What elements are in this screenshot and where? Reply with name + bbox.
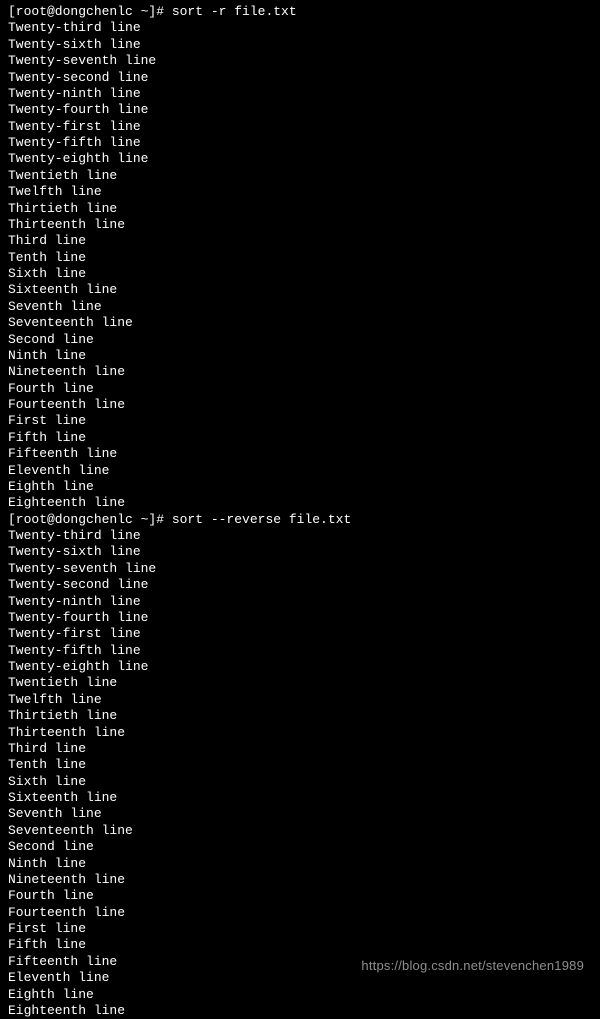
- terminal-output[interactable]: [root@dongchenlc ~]# sort -r file.txtTwe…: [8, 4, 592, 1019]
- output-line: Sixth line: [8, 774, 592, 790]
- output-line: Twenty-third line: [8, 20, 592, 36]
- output-line: Twenty-first line: [8, 119, 592, 135]
- shell-command: sort -r file.txt: [172, 4, 297, 19]
- output-line: Twelfth line: [8, 184, 592, 200]
- output-line: Fourteenth line: [8, 397, 592, 413]
- output-line: Tenth line: [8, 757, 592, 773]
- shell-prompt-line: [root@dongchenlc ~]# sort -r file.txt: [8, 4, 592, 20]
- output-line: Sixteenth line: [8, 282, 592, 298]
- output-line: First line: [8, 413, 592, 429]
- output-line: Nineteenth line: [8, 364, 592, 380]
- output-line: Twenty-fifth line: [8, 135, 592, 151]
- output-line: Twentieth line: [8, 168, 592, 184]
- output-line: Seventh line: [8, 299, 592, 315]
- output-line: Eighth line: [8, 987, 592, 1003]
- output-line: Eighth line: [8, 479, 592, 495]
- output-line: Eighteenth line: [8, 1003, 592, 1019]
- output-line: Twenty-sixth line: [8, 37, 592, 53]
- output-line: Twenty-seventh line: [8, 561, 592, 577]
- output-line: Fifteenth line: [8, 446, 592, 462]
- output-line: Twenty-fourth line: [8, 610, 592, 626]
- output-line: Third line: [8, 741, 592, 757]
- output-line: Seventeenth line: [8, 823, 592, 839]
- output-line: Tenth line: [8, 250, 592, 266]
- output-line: Eighteenth line: [8, 495, 592, 511]
- output-line: Seventeenth line: [8, 315, 592, 331]
- output-line: Ninth line: [8, 856, 592, 872]
- shell-command: sort --reverse file.txt: [172, 512, 351, 527]
- output-line: Fifth line: [8, 937, 592, 953]
- output-line: Twenty-ninth line: [8, 86, 592, 102]
- output-line: Twenty-eighth line: [8, 151, 592, 167]
- output-line: Twenty-fourth line: [8, 102, 592, 118]
- output-line: Seventh line: [8, 806, 592, 822]
- shell-prompt-prefix: [root@dongchenlc ~]#: [8, 4, 172, 19]
- output-line: Twenty-second line: [8, 70, 592, 86]
- output-line: Twenty-seventh line: [8, 53, 592, 69]
- output-line: Thirteenth line: [8, 725, 592, 741]
- output-line: Twenty-eighth line: [8, 659, 592, 675]
- output-line: Fourteenth line: [8, 905, 592, 921]
- output-line: Second line: [8, 332, 592, 348]
- output-line: Fifth line: [8, 430, 592, 446]
- output-line: Second line: [8, 839, 592, 855]
- output-line: Thirtieth line: [8, 201, 592, 217]
- output-line: First line: [8, 921, 592, 937]
- output-line: Fourth line: [8, 381, 592, 397]
- output-line: Twenty-third line: [8, 528, 592, 544]
- shell-prompt-line: [root@dongchenlc ~]# sort --reverse file…: [8, 512, 592, 528]
- output-line: Third line: [8, 233, 592, 249]
- output-line: Twenty-sixth line: [8, 544, 592, 560]
- output-line: Thirteenth line: [8, 217, 592, 233]
- output-line: Sixteenth line: [8, 790, 592, 806]
- output-line: Twenty-ninth line: [8, 594, 592, 610]
- output-line: Twenty-first line: [8, 626, 592, 642]
- output-line: Eleventh line: [8, 463, 592, 479]
- output-line: Thirtieth line: [8, 708, 592, 724]
- output-line: Nineteenth line: [8, 872, 592, 888]
- output-line: Ninth line: [8, 348, 592, 364]
- output-line: Sixth line: [8, 266, 592, 282]
- output-line: Twelfth line: [8, 692, 592, 708]
- shell-prompt-prefix: [root@dongchenlc ~]#: [8, 512, 172, 527]
- watermark-text: https://blog.csdn.net/stevenchen1989: [361, 958, 584, 974]
- output-line: Fourth line: [8, 888, 592, 904]
- output-line: Twenty-second line: [8, 577, 592, 593]
- output-line: Twenty-fifth line: [8, 643, 592, 659]
- output-line: Twentieth line: [8, 675, 592, 691]
